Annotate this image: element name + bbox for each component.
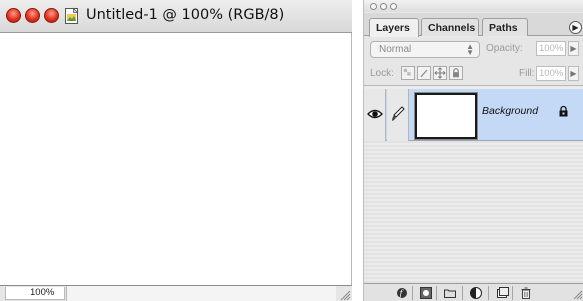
layer-row[interactable]: Background <box>364 89 583 141</box>
tab-layers[interactable]: Layers <box>369 18 419 37</box>
tab-paths[interactable]: Paths <box>482 18 528 36</box>
document-statusbar: 100% <box>0 285 352 301</box>
layers-palette: Layers Channels Paths ▶ Normal ▲ ▼ Opacit… <box>363 0 583 301</box>
tab-channels[interactable]: Channels <box>421 18 479 36</box>
lock-label: Lock: <box>370 68 394 79</box>
brush-icon <box>392 106 405 121</box>
add-mask-button[interactable] <box>418 286 434 300</box>
lock-position-icon[interactable] <box>433 66 447 80</box>
opacity-label: Opacity: <box>486 43 523 54</box>
document-canvas[interactable] <box>0 34 350 282</box>
adjustment-layer-icon <box>470 287 482 299</box>
palette-titlebar[interactable] <box>364 0 583 12</box>
new-adjustment-layer-button[interactable] <box>468 286 484 300</box>
visibility-toggle[interactable] <box>364 89 386 141</box>
divider <box>488 286 489 300</box>
layer-style-button[interactable]: f <box>394 286 410 300</box>
blend-options-row: Normal ▲ ▼ Opacity: 100% ▶ <box>364 37 583 62</box>
layer-link-cell[interactable] <box>387 89 409 141</box>
new-layer-icon <box>497 287 509 298</box>
layers-list[interactable]: Background <box>364 87 583 283</box>
fill-slider-arrow-icon[interactable]: ▶ <box>568 66 579 81</box>
lock-icon <box>559 105 568 117</box>
new-set-icon <box>444 289 456 298</box>
divider <box>436 286 437 300</box>
fill-field[interactable]: 100% <box>536 66 566 81</box>
layer-thumbnail[interactable] <box>414 92 478 140</box>
opacity-field[interactable]: 100% <box>536 41 566 56</box>
palette-minimize-button[interactable] <box>380 3 387 10</box>
palette-resize-grip-icon[interactable] <box>572 287 583 300</box>
document-title: Untitled-1 @ 100% (RGB/8) <box>86 7 285 23</box>
opacity-slider-arrow-icon[interactable]: ▶ <box>568 41 579 56</box>
close-button[interactable] <box>6 8 21 23</box>
zoom-button[interactable] <box>44 8 59 23</box>
palette-tab-strip: Layers Channels Paths ▶ <box>364 13 583 37</box>
palette-zoom-button[interactable] <box>390 3 397 10</box>
layer-style-icon: f <box>397 288 407 298</box>
trash-icon <box>521 287 531 299</box>
divider <box>462 286 463 300</box>
divider <box>412 286 413 300</box>
lock-transparent-pixels-icon[interactable] <box>401 66 415 80</box>
blend-mode-select[interactable]: Normal ▲ ▼ <box>370 41 480 58</box>
lock-options-row: Lock: Fill: 100% ▶ <box>364 62 583 86</box>
layer-name[interactable]: Background <box>482 105 538 117</box>
layer-mask-icon <box>420 287 432 299</box>
zoom-level-field[interactable]: 100% <box>5 287 65 300</box>
document-edge <box>351 33 352 301</box>
new-layer-button[interactable] <box>494 286 510 300</box>
resize-grip-icon[interactable] <box>338 287 351 301</box>
eye-icon <box>367 109 383 119</box>
document-titlebar[interactable]: Untitled-1 @ 100% (RGB/8) <box>0 0 352 33</box>
blend-mode-value: Normal <box>379 44 412 55</box>
palette-menu-arrow-icon[interactable]: ▶ <box>569 21 582 34</box>
stepper-arrows-icon: ▲ ▼ <box>466 42 474 57</box>
fill-label: Fill: <box>519 68 535 79</box>
document-proxy-icon[interactable] <box>64 7 81 25</box>
document-window: Untitled-1 @ 100% (RGB/8) 100% <box>0 0 352 301</box>
new-set-button[interactable] <box>442 286 458 300</box>
delete-layer-button[interactable] <box>518 286 534 300</box>
lock-all-icon[interactable] <box>449 66 463 80</box>
palette-close-button[interactable] <box>370 3 377 10</box>
minimize-button[interactable] <box>25 8 40 23</box>
palette-bottom-bar: f <box>364 283 583 301</box>
divider <box>512 286 513 300</box>
lock-image-pixels-icon[interactable] <box>417 66 431 80</box>
horizontal-scrollbar[interactable] <box>66 286 336 301</box>
